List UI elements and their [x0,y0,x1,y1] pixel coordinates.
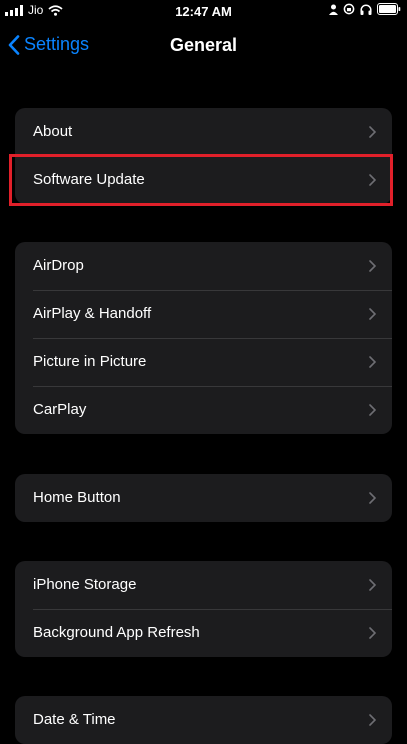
row-software-update[interactable]: Software Update [15,156,392,204]
row-background-app-refresh[interactable]: Background App Refresh [15,609,392,657]
chevron-right-icon [369,126,376,138]
settings-group-sharing: AirDrop AirPlay & Handoff Picture in Pic… [15,242,392,434]
row-label: Date & Time [33,711,116,728]
person-icon [329,4,338,15]
row-label: Picture in Picture [33,353,147,370]
row-airplay-handoff[interactable]: AirPlay & Handoff [15,290,392,338]
chevron-right-icon [369,492,376,504]
settings-group-info: About Software Update [15,108,392,204]
row-carplay[interactable]: CarPlay [15,386,392,434]
navigation-bar: Settings General [0,24,407,68]
row-airdrop[interactable]: AirDrop [15,242,392,290]
chevron-right-icon [369,174,376,186]
rotation-lock-icon [343,3,355,15]
row-label: iPhone Storage [33,576,137,593]
row-label: Software Update [33,171,145,188]
row-date-time[interactable]: Date & Time [15,696,392,744]
page-title: General [169,35,238,55]
row-label: About [33,123,73,140]
row-home-button[interactable]: Home Button [15,474,392,522]
settings-group-datetime: Date & Time [15,696,392,744]
battery-icon [377,3,401,15]
status-right [329,3,401,15]
chevron-right-icon [369,579,376,591]
settings-group-home: Home Button [15,474,392,522]
chevron-right-icon [369,356,376,368]
chevron-right-icon [369,404,376,416]
row-label: Background App Refresh [33,624,200,641]
row-label: AirDrop [33,257,84,274]
chevron-right-icon [369,308,376,320]
row-picture-in-picture[interactable]: Picture in Picture [15,338,392,386]
row-label: AirPlay & Handoff [33,305,152,322]
settings-group-storage: iPhone Storage Background App Refresh [15,561,392,657]
row-about[interactable]: About [15,108,392,156]
chevron-right-icon [369,714,376,726]
row-label: Home Button [33,489,121,506]
headphones-icon [360,4,372,15]
status-bar: Jio 12:47 AM [0,0,407,24]
chevron-right-icon [369,260,376,272]
chevron-right-icon [369,627,376,639]
row-iphone-storage[interactable]: iPhone Storage [15,561,392,609]
row-label: CarPlay [33,401,87,418]
